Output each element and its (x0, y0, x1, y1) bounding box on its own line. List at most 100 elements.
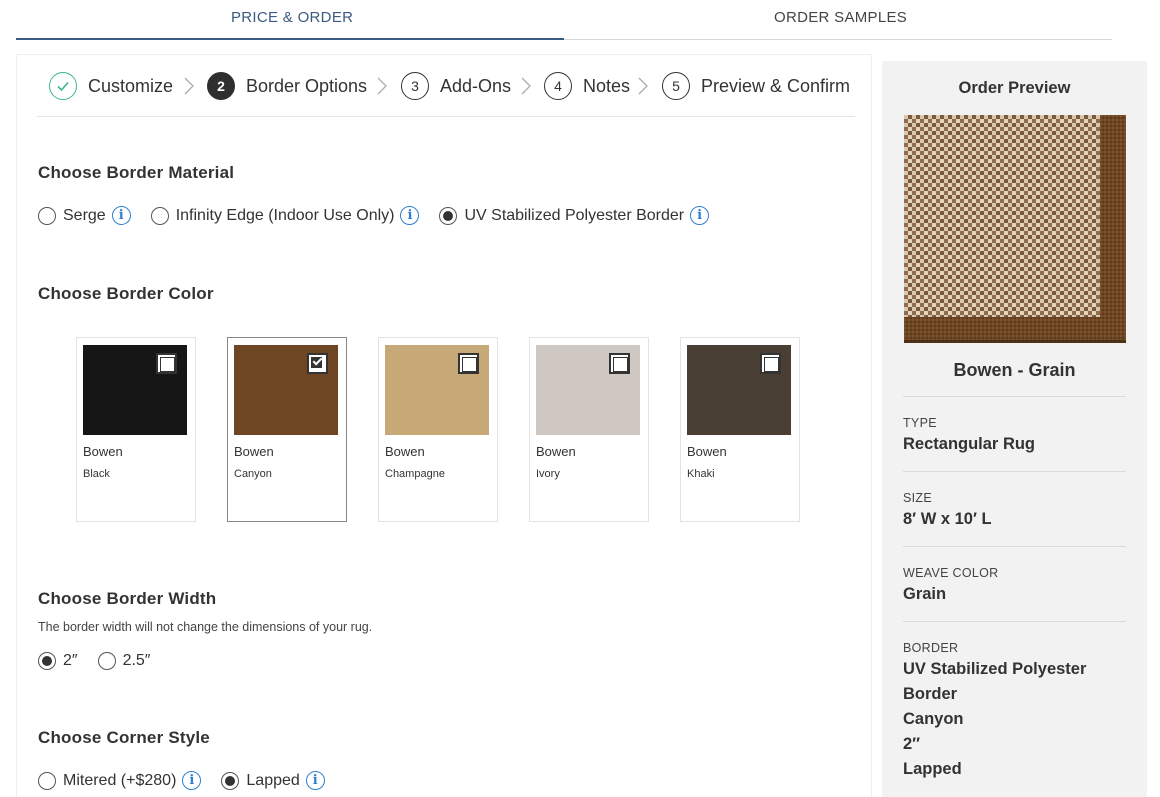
order-preview-panel: Order Preview Bowen - Grain TYPE Rectang… (882, 61, 1147, 797)
main-panel: Customize 2 Border Options 3 Add-Ons 4 N… (16, 54, 872, 797)
option-label: 2.5″ (122, 652, 151, 669)
swatch-line: Bowen (234, 444, 274, 459)
swatch-color-name: Khaki (687, 468, 715, 480)
swatch-line: Bowen (536, 444, 576, 459)
step-label: Add-Ons (440, 75, 512, 96)
divider (903, 471, 1126, 472)
order-preview-title: Order Preview (958, 79, 1071, 97)
step-border-options[interactable]: 2 Border Options (207, 72, 367, 100)
option-width-2[interactable]: 2″ (38, 652, 78, 670)
border-material-options: Serge i Infinity Edge (Indoor Use Only) … (38, 206, 729, 225)
radio-button-selected[interactable] (221, 771, 240, 790)
top-tabs: PRICE & ORDER ORDER SAMPLES (16, 0, 1112, 40)
radio-button-selected[interactable] (38, 652, 56, 670)
swatch-color-name: Canyon (234, 468, 272, 480)
swatch-line: Bowen (687, 444, 727, 459)
swatch-khaki[interactable]: Bowen Khaki (680, 337, 800, 522)
option-infinity-edge[interactable]: Infinity Edge (Indoor Use Only) i (150, 206, 420, 225)
border-value-width: 2″ (903, 735, 921, 753)
option-label: Lapped (246, 771, 300, 789)
tab-price-order[interactable]: PRICE & ORDER (231, 9, 353, 26)
type-value: Rectangular Rug (903, 435, 1036, 453)
option-label: UV Stabilized Polyester Border (464, 206, 685, 224)
chevron-right-icon (638, 77, 648, 95)
border-value-material-cont: Border (903, 685, 958, 703)
size-value: 8′ W x 10′ L (903, 510, 992, 528)
step-preview-confirm[interactable]: 5 Preview & Confirm (662, 72, 850, 100)
checkmark-icon (312, 355, 323, 366)
info-icon[interactable]: i (400, 206, 420, 225)
info-icon[interactable]: i (182, 771, 202, 790)
divider (903, 396, 1126, 397)
radio-button[interactable] (38, 206, 56, 225)
step-number: 4 (544, 72, 572, 100)
step-notes[interactable]: 4 Notes (544, 72, 630, 100)
size-label: SIZE (903, 491, 932, 505)
chevron-right-icon (377, 77, 387, 95)
product-name: Bowen - Grain (953, 360, 1076, 380)
info-icon[interactable]: i (111, 206, 131, 225)
check-icon (49, 72, 77, 100)
checkbox[interactable] (609, 353, 630, 374)
border-value-corner: Lapped (903, 760, 962, 778)
chevron-right-icon (184, 77, 194, 95)
corner-style-title: Choose Corner Style (38, 728, 210, 747)
border-width-options: 2″ 2.5″ (38, 652, 170, 670)
border-value-color: Canyon (903, 710, 964, 728)
border-color-title: Choose Border Color (38, 284, 214, 303)
stepper: Customize 2 Border Options 3 Add-Ons 4 N… (37, 55, 855, 117)
step-customize[interactable]: Customize (49, 72, 173, 100)
step-number: 5 (662, 72, 690, 100)
step-add-ons[interactable]: 3 Add-Ons (401, 72, 511, 100)
option-label: Infinity Edge (Indoor Use Only) (175, 206, 395, 224)
option-label: Serge (63, 206, 106, 224)
checkbox[interactable] (458, 353, 479, 374)
active-tab-indicator (16, 38, 564, 40)
divider (903, 546, 1126, 547)
step-number: 3 (401, 72, 429, 100)
option-uv-polyester[interactable]: UV Stabilized Polyester Border i (439, 206, 710, 225)
radio-button[interactable] (150, 206, 169, 225)
option-width-2-5[interactable]: 2.5″ (97, 652, 151, 670)
swatch-line: Bowen (83, 444, 123, 459)
step-label: Border Options (246, 75, 368, 96)
step-label: Customize (88, 75, 174, 96)
swatch-black[interactable]: Bowen Black (76, 337, 196, 522)
option-serge[interactable]: Serge i (38, 206, 131, 225)
weave-color-label: WEAVE COLOR (903, 566, 999, 580)
radio-button[interactable] (97, 652, 116, 670)
checkbox[interactable] (760, 353, 781, 374)
option-label: Mitered (+$280) (63, 771, 177, 789)
rug-preview-image (904, 115, 1126, 343)
radio-button[interactable] (38, 771, 56, 790)
step-label: Notes (583, 75, 631, 96)
step-label: Preview & Confirm (701, 75, 851, 96)
divider (903, 621, 1126, 622)
info-icon[interactable]: i (690, 206, 710, 225)
chevron-right-icon (521, 77, 531, 95)
step-number: 2 (207, 72, 235, 100)
border-width-note: The border width will not change the dim… (38, 620, 373, 634)
border-value-material: UV Stabilized Polyester (903, 660, 1087, 678)
swatch-color-name: Ivory (536, 468, 560, 480)
swatch-line: Bowen (385, 444, 425, 459)
border-width-title: Choose Border Width (38, 589, 217, 608)
checkbox-checked[interactable] (307, 353, 328, 374)
swatch-ivory[interactable]: Bowen Ivory (529, 337, 649, 522)
weave-color-value: Grain (903, 585, 947, 603)
checkbox[interactable] (156, 353, 177, 374)
radio-button-selected[interactable] (439, 206, 458, 225)
border-material-title: Choose Border Material (38, 163, 235, 182)
option-label: 2″ (63, 652, 78, 669)
swatch-champagne[interactable]: Bowen Champagne (378, 337, 498, 522)
swatch-color-name: Black (83, 468, 110, 480)
option-lapped[interactable]: Lapped i (221, 771, 325, 790)
corner-style-options: Mitered (+$280) i Lapped i (38, 771, 345, 790)
swatch-canyon[interactable]: Bowen Canyon (227, 337, 347, 522)
tab-order-samples[interactable]: ORDER SAMPLES (774, 9, 907, 26)
swatch-color-name: Champagne (385, 468, 445, 480)
info-icon[interactable]: i (305, 771, 325, 790)
border-label: BORDER (903, 641, 959, 655)
option-mitered[interactable]: Mitered (+$280) i (38, 771, 202, 790)
type-label: TYPE (903, 416, 937, 430)
